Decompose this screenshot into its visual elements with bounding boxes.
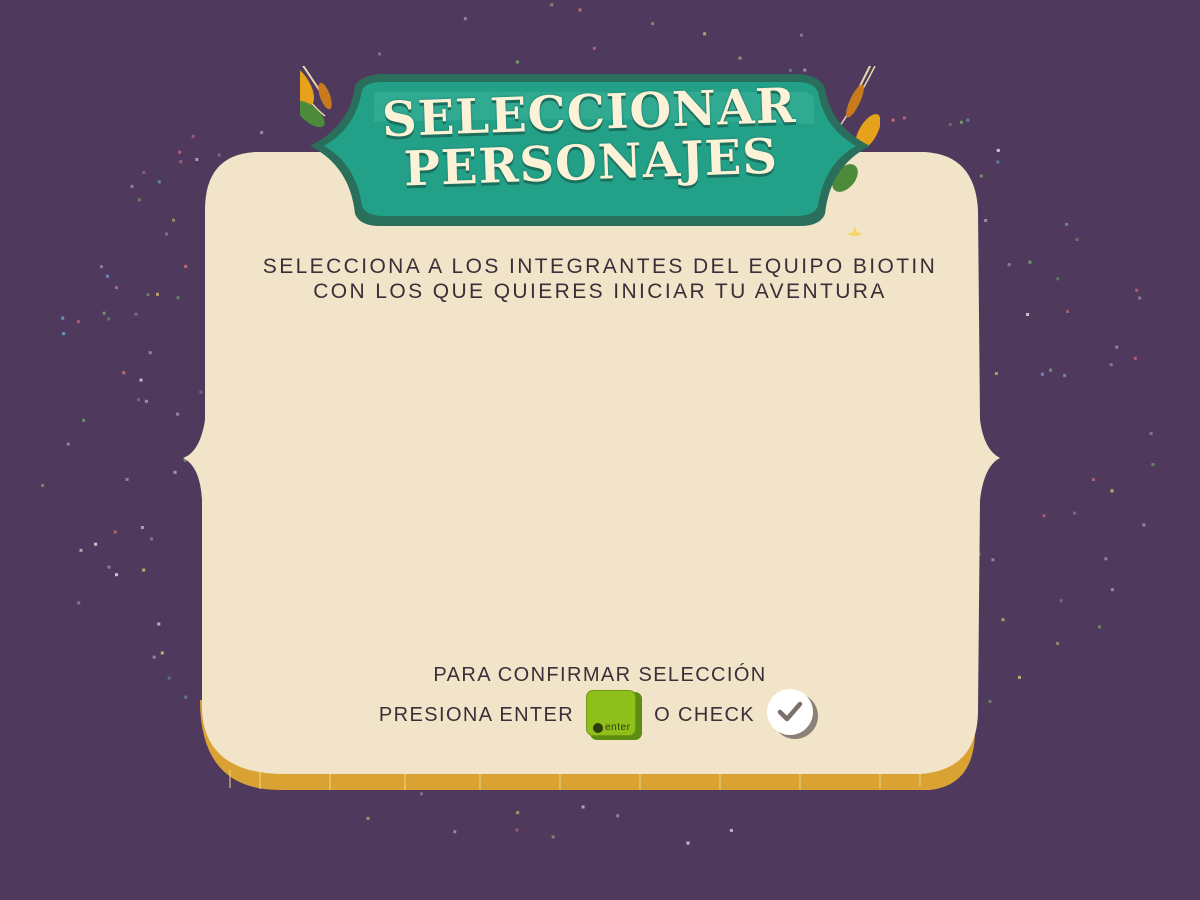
key-check-dot-icon bbox=[593, 723, 604, 733]
instructions-line-1: SELECCIONA A LOS INTEGRANTES DEL EQUIPO … bbox=[262, 255, 938, 278]
confirm-heading: PARA CONFIRMAR SELECCIÓN bbox=[433, 664, 767, 686]
confirm-hint: PARA CONFIRMAR SELECCIÓN PRESIONA ENTER … bbox=[300, 662, 900, 742]
page-title: SELECCIONAR PERSONAJES bbox=[328, 78, 851, 198]
press-enter-label: PRESIONA ENTER bbox=[378, 703, 575, 726]
instructions-line-2: CON LOS QUE QUIERES INICIAR TU AVENTURA bbox=[313, 280, 887, 303]
or-check-label: O CHECK bbox=[654, 703, 756, 726]
enter-key-icon[interactable]: enter bbox=[586, 690, 643, 740]
check-button[interactable] bbox=[767, 689, 821, 741]
check-icon bbox=[777, 701, 803, 722]
enter-key-label: enter bbox=[605, 722, 631, 733]
character-select-screen: SELECCIONAR PERSONAJES SELECCIONA A LOS … bbox=[0, 0, 1200, 900]
instructions-text: SELECCIONA A LOS INTEGRANTES DEL EQUIPO … bbox=[220, 254, 980, 304]
confirm-instructions: PRESIONA ENTER enter O CHECK bbox=[300, 688, 900, 742]
